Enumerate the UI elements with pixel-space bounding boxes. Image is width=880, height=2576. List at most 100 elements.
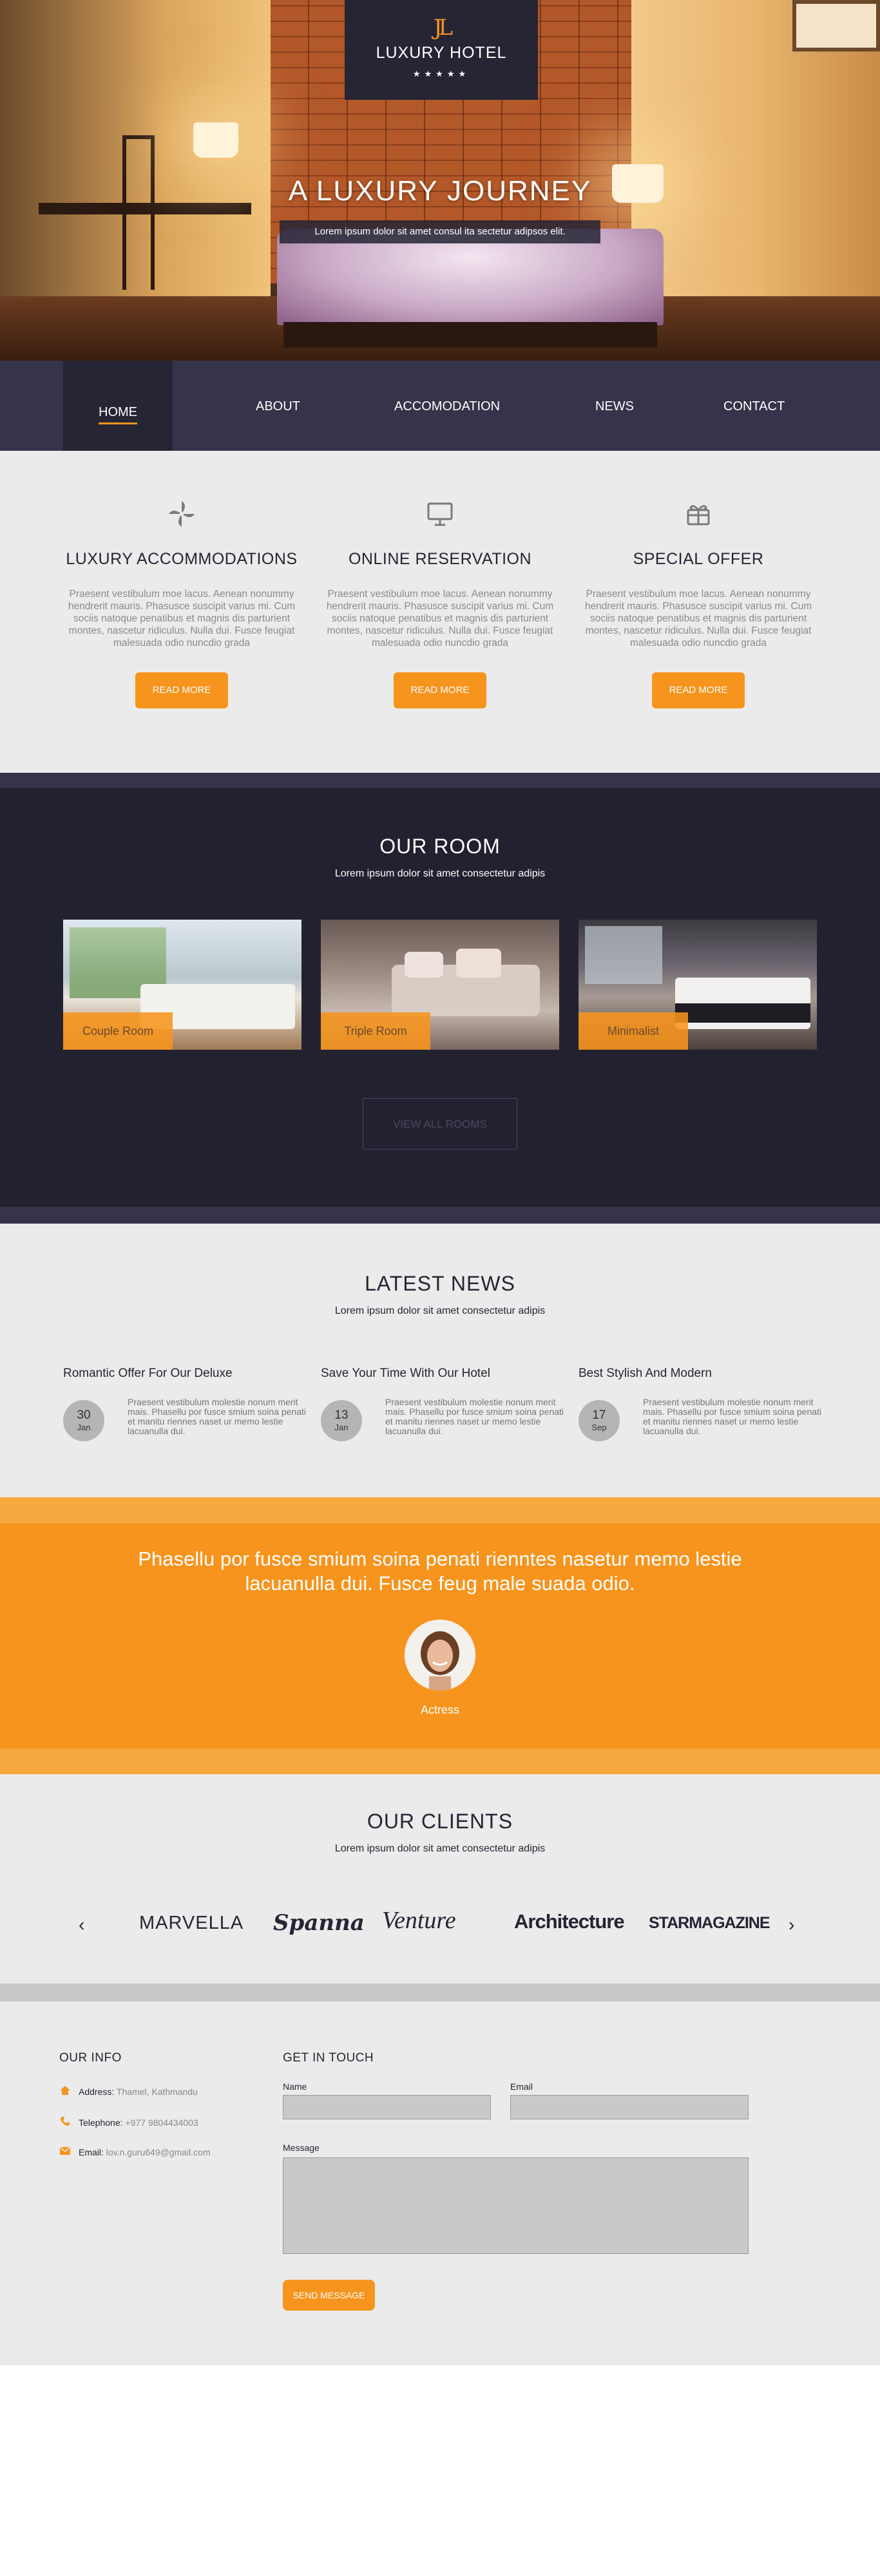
room-label: Triple Room (321, 1012, 430, 1050)
news-section (0, 1224, 880, 1497)
footer-top-strip (0, 1984, 880, 2002)
hero-chair (122, 135, 155, 290)
read-more-button[interactable]: READ MORE (135, 672, 228, 708)
news-item-title[interactable]: Best Stylish And Modern (579, 1367, 823, 1381)
nav-item-accomodation[interactable]: ACCOMODATION (394, 399, 500, 414)
news-item-text: Praesent vestibulum molestie nonum merit… (643, 1397, 822, 1436)
clients-subtitle: Lorem ipsum dolor sit amet consectetur a… (334, 1843, 546, 1854)
logo-name: LUXURY HOTEL (376, 44, 507, 62)
footer-telephone: Telephone: +977 9804434003 (59, 2116, 198, 2129)
news-item[interactable]: Best Stylish And Modern 17 Sep Praesent … (579, 1367, 823, 1441)
feature-text: Praesent vestibulum moe lacus. Aenean no… (326, 589, 554, 649)
monitor-icon (318, 496, 562, 532)
footer-telephone-label: Telephone: (79, 2117, 123, 2128)
client-logo: Spanna (273, 1910, 365, 1936)
news-date-month: Sep (591, 1423, 607, 1432)
nav-item-contact[interactable]: CONTACT (723, 399, 785, 414)
phone-icon (59, 2116, 71, 2129)
logo-stars: ★★★★★ (412, 69, 470, 79)
hero-bed-base (283, 322, 657, 348)
hero-wall-picture (792, 0, 880, 52)
nav-item-news[interactable]: NEWS (595, 399, 634, 414)
room-card[interactable]: Triple Room (321, 920, 559, 1050)
nav-item-label: HOME (99, 406, 137, 424)
news-item-title[interactable]: Save Your Time With Our Hotel (321, 1367, 566, 1381)
hero-lamp-left (193, 122, 238, 158)
feature-title: SPECIAL OFFER (633, 550, 764, 568)
client-logo: Architecture (514, 1910, 625, 1933)
mail-icon (59, 2146, 71, 2157)
footer-email-value[interactable]: lov.n.guru649@gmail.com (106, 2147, 211, 2157)
footer-address: Address: Thamel, Kathmandu (59, 2085, 198, 2098)
news-date-badge: 30 Jan (63, 1400, 104, 1441)
message-field-label: Message (283, 2143, 320, 2153)
rooms-subtitle: Lorem ipsum dolor sit amet consectetur a… (334, 868, 546, 879)
news-item-title[interactable]: Romantic Offer For Our Deluxe (63, 1367, 308, 1381)
footer-email-label: Email: (79, 2146, 104, 2157)
main-navigation: HOME ABOUT ACCOMODATION NEWS CONTACT (0, 361, 880, 451)
clients-title: OUR CLIENTS (367, 1810, 513, 1833)
news-date-month: Jan (77, 1423, 91, 1432)
feature-title: LUXURY ACCOMMODATIONS (66, 550, 298, 568)
nav-item-home[interactable]: HOME (63, 361, 173, 451)
news-date-day: 13 (334, 1408, 349, 1422)
testimonial-author: Actress (420, 1703, 459, 1716)
feature-card: ONLINE RESERVATION Praesent vestibulum m… (318, 496, 562, 708)
read-more-button[interactable]: READ MORE (394, 672, 486, 708)
features-section: LUXURY ACCOMMODATIONS Praesent vestibulu… (0, 451, 880, 773)
footer-telephone-value: +977 9804434003 (125, 2117, 198, 2128)
pinwheel-icon (59, 496, 304, 532)
news-item[interactable]: Romantic Offer For Our Deluxe 30 Jan Pra… (63, 1367, 308, 1441)
news-date-month: Jan (334, 1423, 349, 1432)
client-logo: MARVELLA (139, 1913, 244, 1933)
room-bed-runner (675, 1003, 810, 1023)
testimonial-quote: Phasellu por fusce smium soina penati ri… (138, 1548, 742, 1595)
news-item-text: Praesent vestibulum molestie nonum merit… (385, 1397, 564, 1436)
email-field[interactable] (510, 2095, 749, 2119)
news-title: LATEST NEWS (365, 1272, 515, 1295)
hero-title: A LUXURY JOURNEY (288, 175, 592, 207)
feature-card: SPECIAL OFFER Praesent vestibulum moe la… (576, 496, 821, 708)
rooms-title: OUR ROOM (379, 835, 501, 858)
hotel-logo[interactable]: JL LUXURY HOTEL ★★★★★ (345, 0, 538, 100)
home-icon (59, 2085, 71, 2098)
view-all-rooms-button[interactable]: VIEW ALL ROOMS (363, 1098, 517, 1150)
message-field[interactable] (283, 2157, 749, 2254)
logo-mark-icon: JL (433, 15, 453, 41)
room-label: Couple Room (63, 1012, 173, 1050)
news-item[interactable]: Save Your Time With Our Hotel 13 Jan Pra… (321, 1367, 566, 1441)
news-subtitle: Lorem ipsum dolor sit amet consectetur a… (334, 1305, 546, 1316)
testimonial-bottom-strip (0, 1748, 880, 1774)
news-date-day: 30 (77, 1408, 91, 1422)
contact-form-title: GET IN TOUCH (283, 2051, 374, 2065)
name-field-label: Name (283, 2081, 307, 2092)
rooms-bottom-strip (0, 1207, 880, 1224)
send-message-button[interactable]: SEND MESSAGE (283, 2280, 375, 2311)
feature-title: ONLINE RESERVATION (348, 550, 532, 568)
news-date-badge: 17 Sep (579, 1400, 620, 1441)
footer-email: Email: lov.n.guru649@gmail.com (59, 2146, 211, 2157)
hero-subtitle: Lorem ipsum dolor sit amet consul ita se… (280, 220, 600, 243)
client-logo: Venture (382, 1907, 456, 1934)
room-window (585, 926, 662, 984)
footer-info-title: OUR INFO (59, 2051, 122, 2065)
feature-card: LUXURY ACCOMMODATIONS Praesent vestibulu… (59, 496, 304, 708)
rooms-top-strip (0, 773, 880, 788)
room-pillow (405, 952, 443, 978)
news-item-text: Praesent vestibulum molestie nonum merit… (128, 1397, 307, 1436)
chevron-left-icon[interactable]: ‹ (79, 1916, 84, 1934)
room-card[interactable]: Minimalist (579, 920, 817, 1050)
gift-icon (576, 496, 821, 532)
avatar (405, 1620, 475, 1690)
chevron-right-icon[interactable]: › (789, 1916, 794, 1934)
footer-address-value: Thamel, Kathmandu (116, 2086, 198, 2097)
client-logo: STARMAGAZINE (649, 1914, 770, 1932)
nav-item-about[interactable]: ABOUT (256, 399, 300, 414)
clients-section (0, 1774, 880, 1984)
room-card[interactable]: Couple Room (63, 920, 301, 1050)
news-date-day: 17 (592, 1408, 606, 1422)
feature-text: Praesent vestibulum moe lacus. Aenean no… (68, 589, 296, 649)
read-more-button[interactable]: READ MORE (652, 672, 745, 708)
name-field[interactable] (283, 2095, 491, 2119)
news-date-badge: 13 Jan (321, 1400, 362, 1441)
